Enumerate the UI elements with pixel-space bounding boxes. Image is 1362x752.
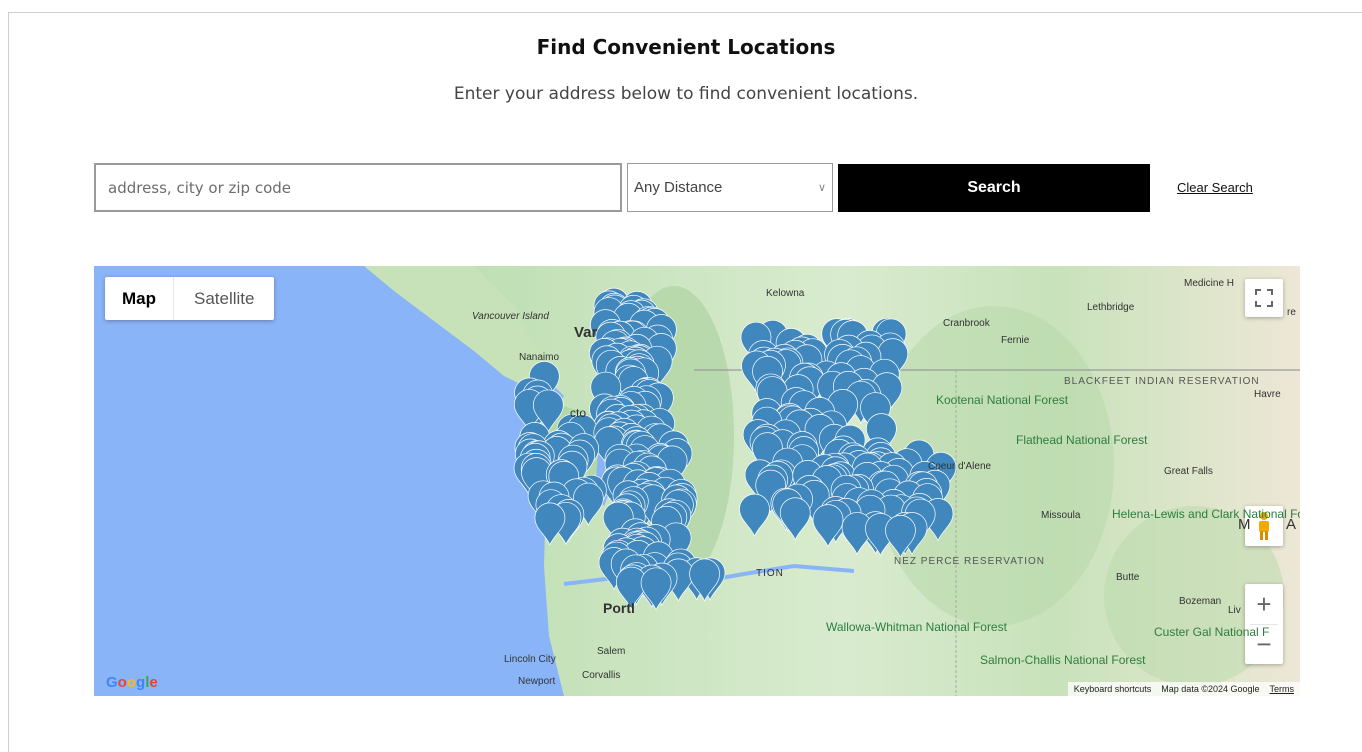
map-label-place: re	[1287, 307, 1296, 318]
address-input[interactable]	[94, 163, 622, 212]
map-label-place: Lincoln City	[504, 654, 556, 665]
fullscreen-icon	[1255, 289, 1273, 307]
map-label-place: TION	[756, 568, 784, 579]
map-label-place: Coeur d'Alene	[928, 461, 992, 472]
zoom-control[interactable]: + −	[1245, 584, 1283, 664]
page-subtitle: Enter your address below to find conveni…	[453, 84, 919, 104]
map-label-place: Vancouver Island	[472, 311, 549, 322]
chevron-down-icon: ∨	[817, 182, 826, 194]
map-label-place: Medicine H	[1184, 278, 1235, 289]
map-label-place: Newport	[518, 676, 556, 687]
search-button[interactable]: Search	[838, 164, 1150, 212]
distance-select-value: Any Distance	[634, 179, 723, 196]
map-base	[94, 266, 1300, 696]
map-label-place: Corvallis	[582, 670, 621, 681]
map-label-region: BLACKFEET INDIAN RESERVATION	[1064, 376, 1260, 387]
clear-search-link[interactable]: Clear Search	[1177, 180, 1253, 195]
map-label-place: Missoula	[1041, 510, 1081, 521]
map-type-map-button[interactable]: Map	[105, 277, 174, 320]
map-label-region: Helena-Lewis and Clark National Forest	[1112, 507, 1300, 521]
terms-link[interactable]: Terms	[1270, 684, 1295, 694]
map-label-place: Fernie	[1001, 335, 1030, 346]
map-label-place: Havre	[1254, 389, 1281, 400]
map-type-satellite-button[interactable]: Satellite	[174, 277, 274, 320]
map-label-place: Butte	[1116, 572, 1140, 583]
map-label-place: Liv	[1228, 605, 1241, 616]
google-logo: Google	[106, 674, 158, 691]
map-label-region: Wallowa-Whitman National Forest	[826, 620, 1007, 634]
map-data-credit: Map data ©2024 Google	[1161, 684, 1260, 694]
distance-select[interactable]: Any Distance ∨	[627, 163, 833, 212]
map-label-region: Custer Gal National F	[1154, 625, 1270, 639]
map-label-place: Great Falls	[1164, 466, 1213, 477]
map-type-control[interactable]: Map Satellite	[105, 277, 275, 320]
map-label-place: Bozeman	[1179, 596, 1222, 607]
map-attribution: Keyboard shortcuts Map data ©2024 Google…	[1067, 682, 1300, 696]
map-label-place: Nanaimo	[519, 352, 560, 363]
map-label-region: Kootenai National Forest	[936, 393, 1069, 407]
zoom-in-button[interactable]: +	[1256, 584, 1271, 624]
map-label-place: Salem	[597, 646, 626, 657]
map-label-place: cto	[570, 406, 587, 420]
map-label-region: Salmon-Challis National Forest	[980, 653, 1146, 667]
keyboard-shortcuts-link[interactable]: Keyboard shortcuts	[1074, 684, 1152, 694]
map-label-place: Portl	[603, 600, 635, 616]
map-label-place: Cranbrook	[943, 318, 990, 329]
map-label-place: Var	[574, 324, 598, 341]
map-label-place: Kelowna	[766, 288, 805, 299]
map-label-region: Flathead National Forest	[1016, 433, 1148, 447]
fullscreen-button[interactable]	[1245, 279, 1283, 317]
map[interactable]: Map Satellite + − Kelowna Vancouver Isla…	[94, 266, 1300, 696]
map-label-place: Lethbridge	[1087, 302, 1135, 313]
page-title: Find Convenient Locations	[536, 35, 836, 59]
map-label-region: NEZ PERCE RESERVATION	[894, 556, 1046, 567]
